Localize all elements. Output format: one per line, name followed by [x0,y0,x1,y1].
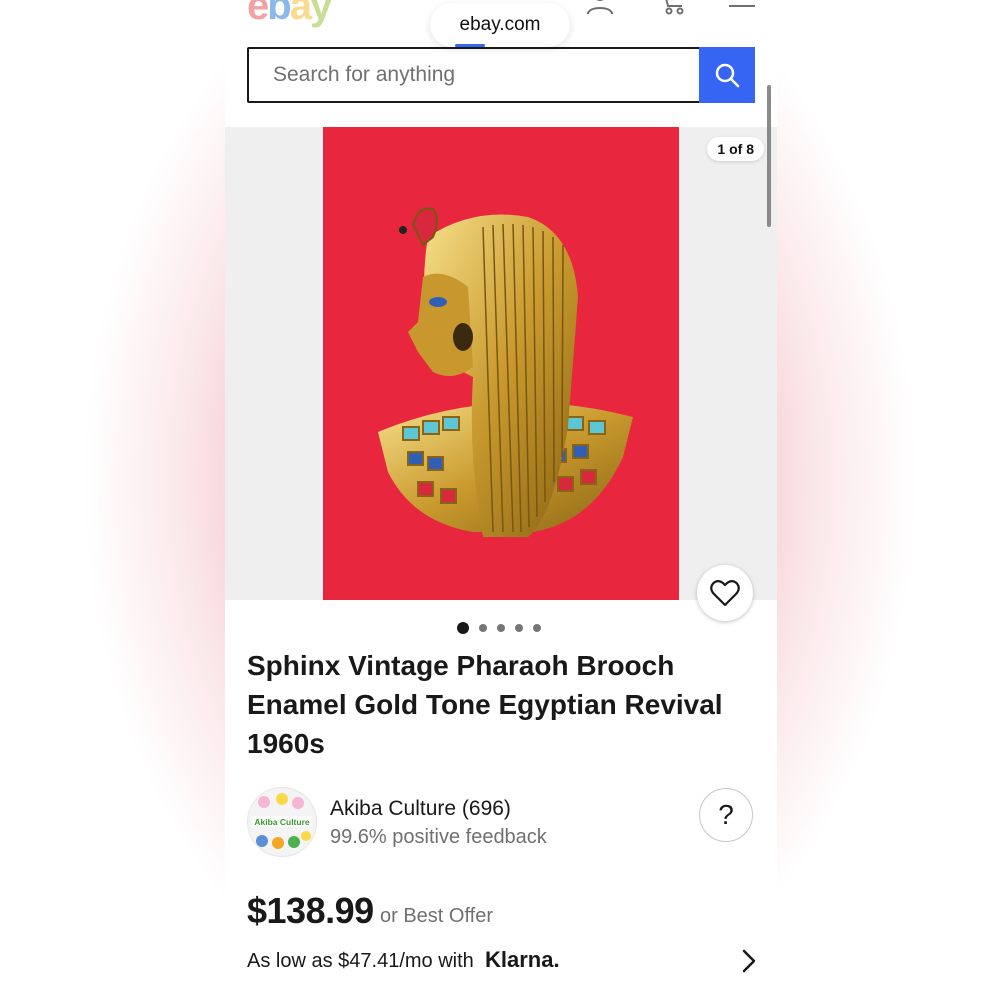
product-image[interactable] [323,127,679,600]
ebay-logo[interactable]: ebay [247,0,332,29]
seller-feedback: 99.6% positive feedback [330,826,547,848]
product-title: Sphinx Vintage Pharaoh Brooch Enamel Gol… [247,650,723,759]
pagination-dot[interactable] [497,624,505,632]
seller-logo: Akiba Culture [252,793,312,849]
pagination-dots [457,622,541,634]
image-gallery[interactable]: 1 of 8 [225,127,777,600]
search-bar [247,47,755,103]
pagination-dot[interactable] [533,624,541,632]
pagination-dot[interactable] [479,624,487,632]
account-icon[interactable] [585,0,615,16]
pagination-dot[interactable] [457,622,469,634]
menu-icon[interactable] [727,0,757,16]
klarna-financing-row[interactable]: As low as $47.41/mo with Klarna. [247,946,757,978]
seller-avatar[interactable]: Akiba Culture [247,787,317,857]
search-input[interactable] [249,49,699,101]
url-bar[interactable]: ebay.com [430,3,570,47]
heart-icon [710,580,740,607]
watch-button[interactable] [697,565,753,621]
klarna-logo: Klarna. [485,947,560,972]
item-price: $138.99 [247,890,374,931]
search-button[interactable] [699,47,755,103]
financing-text: As low as $47.41/mo with [247,950,474,972]
seller-name[interactable]: Akiba Culture (696) [330,797,511,821]
chevron-right-icon [742,949,756,973]
image-counter-badge: 1 of 8 [707,137,764,161]
search-icon [715,63,740,88]
svg-text:Akiba Culture: Akiba Culture [254,817,310,827]
pharaoh-brooch-illustration [378,207,633,537]
pagination-dot[interactable] [515,624,523,632]
cart-icon[interactable] [658,0,688,16]
scrollbar[interactable] [767,85,771,227]
best-offer-label: or Best Offer [380,905,494,927]
help-button[interactable]: ? [699,788,753,842]
mobile-viewport: ebay ebay.com Search for anything 1 of 8… [225,0,777,1000]
